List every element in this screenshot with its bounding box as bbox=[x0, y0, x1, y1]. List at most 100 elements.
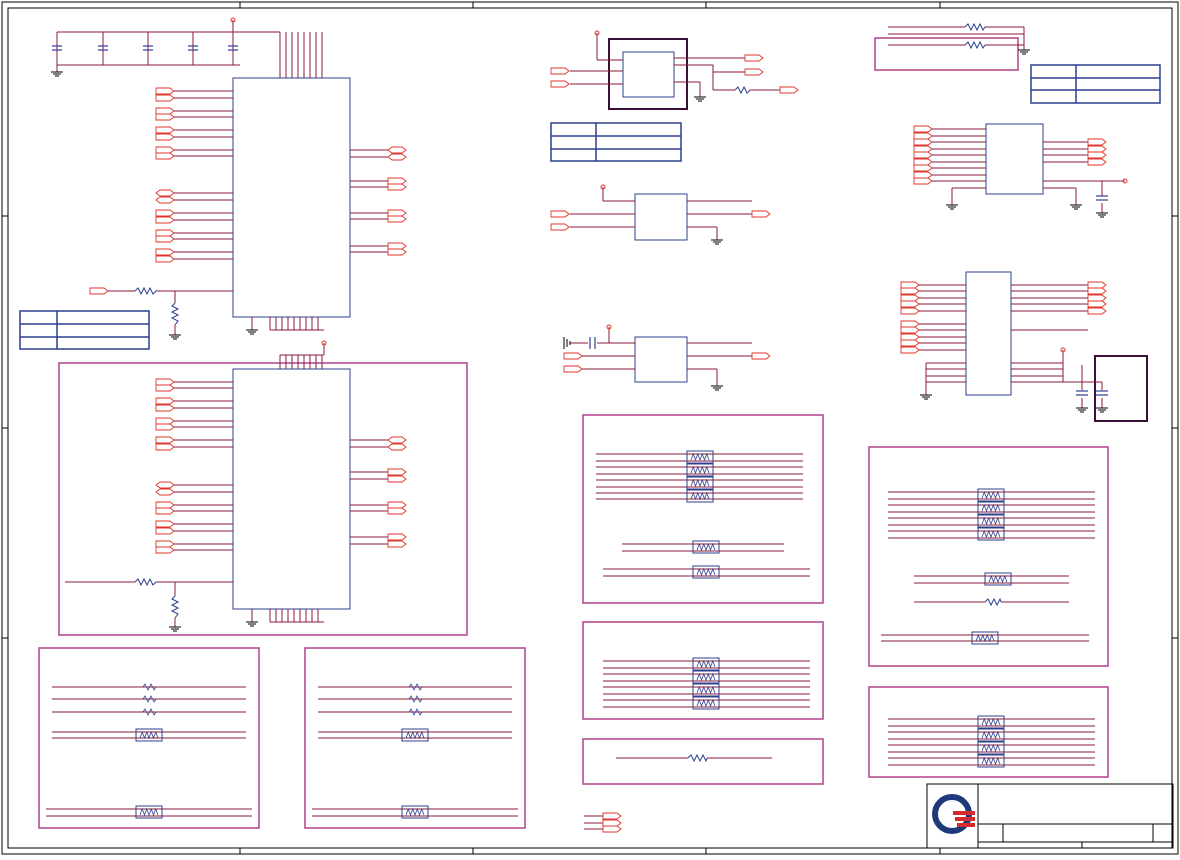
ground-symbol-icon bbox=[711, 239, 723, 245]
ground-symbol-icon bbox=[920, 394, 932, 400]
ground-symbol-icon bbox=[1070, 204, 1082, 210]
ic2-body bbox=[232, 368, 351, 610]
net-port-icon bbox=[387, 146, 407, 154]
ground-symbol-icon bbox=[946, 204, 958, 210]
net-port-icon bbox=[900, 281, 920, 289]
net-port-icon bbox=[550, 80, 570, 88]
net-port-icon bbox=[550, 67, 570, 75]
net-port-icon bbox=[1087, 307, 1107, 315]
net-port-icon bbox=[155, 436, 175, 444]
resistor-pack-icon bbox=[971, 631, 999, 645]
net-port-icon bbox=[155, 384, 175, 392]
net-port-icon bbox=[563, 365, 583, 373]
net-port-icon bbox=[89, 287, 109, 295]
net-port-icon bbox=[387, 183, 407, 191]
ground-symbol-icon bbox=[1096, 407, 1108, 413]
note-table-right bbox=[1030, 64, 1161, 104]
net-port-icon bbox=[550, 210, 570, 218]
ic1-body bbox=[232, 77, 351, 318]
ground-symbol-icon bbox=[246, 621, 258, 627]
net-port-icon bbox=[155, 94, 175, 102]
ground-symbol-icon bbox=[51, 71, 63, 77]
resistor-pack-icon bbox=[401, 728, 429, 742]
net-port-icon bbox=[155, 152, 175, 160]
bottom-middle-ports bbox=[602, 812, 622, 833]
ic2-right-pins bbox=[350, 436, 407, 548]
section-ic2 bbox=[58, 362, 468, 636]
net-port-icon bbox=[155, 196, 175, 204]
net-port-icon bbox=[155, 527, 175, 535]
net-port-icon bbox=[155, 378, 175, 386]
net-port-icon bbox=[387, 248, 407, 256]
net-port-icon bbox=[155, 540, 175, 548]
net-port-icon bbox=[602, 819, 622, 827]
schematic-canvas bbox=[1, 1, 1179, 855]
net-port-icon bbox=[900, 326, 920, 334]
quanta-logo-icon bbox=[932, 794, 975, 834]
resistor-icon bbox=[687, 753, 708, 763]
section-top-right-frame bbox=[874, 37, 1019, 71]
net-port-icon bbox=[155, 488, 175, 496]
net-port-icon bbox=[155, 481, 175, 489]
net-port-icon bbox=[387, 475, 407, 483]
net-port-icon bbox=[155, 113, 175, 121]
net-port-icon bbox=[387, 242, 407, 250]
resistor-pack-icon bbox=[135, 728, 163, 742]
note-table-left bbox=[19, 310, 150, 350]
ic5-body bbox=[634, 336, 688, 383]
net-port-icon bbox=[1087, 151, 1107, 159]
net-port-icon bbox=[744, 54, 764, 62]
net-port-icon bbox=[744, 68, 764, 76]
net-port-icon bbox=[155, 107, 175, 115]
net-port-icon bbox=[1087, 281, 1107, 289]
title-block bbox=[926, 783, 1174, 849]
net-port-icon bbox=[387, 215, 407, 223]
net-port-icon bbox=[913, 132, 933, 140]
net-port-icon bbox=[900, 294, 920, 302]
net-port-icon bbox=[155, 87, 175, 95]
net-port-icon bbox=[155, 189, 175, 197]
net-port-icon bbox=[602, 812, 622, 820]
ground-symbol-icon bbox=[1076, 407, 1088, 413]
right-resistor-packs bbox=[881, 488, 1095, 768]
net-port-icon bbox=[913, 171, 933, 179]
net-port-icon bbox=[387, 153, 407, 161]
net-port-icon bbox=[387, 468, 407, 476]
ground-symbol-icon bbox=[1096, 212, 1108, 218]
net-port-icon bbox=[900, 320, 920, 328]
net-port-icon bbox=[155, 397, 175, 405]
resistor-icon bbox=[964, 22, 986, 32]
net-port-icon bbox=[155, 255, 175, 263]
resistor-icon bbox=[134, 286, 158, 296]
net-port-icon bbox=[779, 86, 799, 94]
net-port-icon bbox=[155, 229, 175, 237]
net-port-icon bbox=[155, 507, 175, 515]
section-right-a bbox=[868, 446, 1109, 667]
net-port-icon bbox=[751, 352, 771, 360]
net-port-icon bbox=[550, 223, 570, 231]
ic1-left-pins bbox=[89, 87, 233, 295]
net-port-icon bbox=[1087, 145, 1107, 153]
net-port-icon bbox=[387, 533, 407, 541]
ic7-body bbox=[965, 271, 1012, 396]
net-port-icon bbox=[900, 287, 920, 295]
resistor-icon bbox=[170, 302, 180, 326]
net-port-icon bbox=[155, 235, 175, 243]
net-port-icon bbox=[913, 145, 933, 153]
net-port-icon bbox=[155, 501, 175, 509]
ic7-pins bbox=[900, 281, 1107, 354]
net-port-icon bbox=[900, 333, 920, 341]
net-port-icon bbox=[155, 423, 175, 431]
net-port-icon bbox=[155, 248, 175, 256]
net-port-icon bbox=[900, 339, 920, 347]
resistor-icon bbox=[170, 595, 180, 619]
section-middle-a bbox=[582, 414, 824, 604]
resistor-icon bbox=[134, 577, 158, 587]
ground-symbol-icon bbox=[246, 329, 258, 335]
net-port-icon bbox=[751, 210, 771, 218]
middle-resistor-packs bbox=[596, 450, 810, 710]
ic4-body bbox=[634, 193, 688, 241]
net-port-icon bbox=[155, 520, 175, 528]
net-port-icon bbox=[155, 209, 175, 217]
net-port-icon bbox=[563, 352, 583, 360]
